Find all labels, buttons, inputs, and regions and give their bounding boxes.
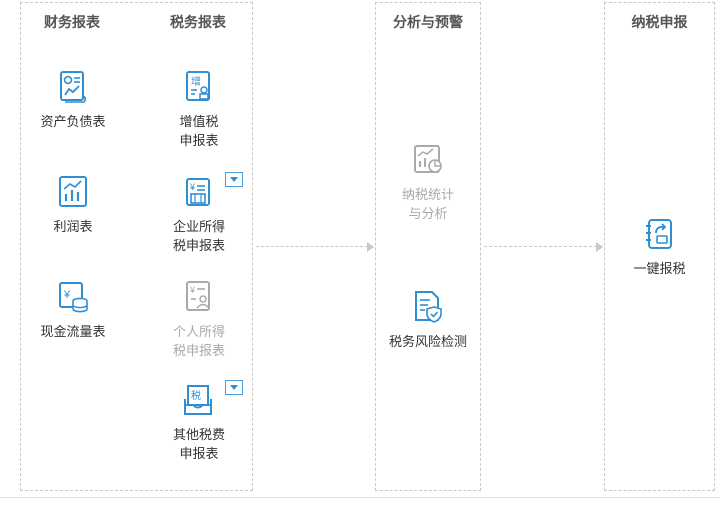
svg-text:¥: ¥ (63, 289, 71, 301)
balance-sheet-item[interactable]: 资产负债表 (30, 70, 116, 131)
vat-return-label: 增值税 申报表 (179, 114, 219, 148)
corporate-income-tax-item[interactable]: ¥ 企业所得 税申报表 (156, 175, 242, 255)
balance-sheet-label: 资产负债表 (40, 114, 106, 129)
personal-income-tax-label: 个人所得 税申报表 (172, 324, 225, 358)
other-taxes-item[interactable]: 税 其他税费 申报表 (156, 383, 242, 463)
corporate-tax-dropdown-toggle[interactable] (225, 172, 243, 187)
corporate-tax-icon: ¥ (186, 178, 210, 206)
tax-reports-title: 税务报表 (170, 14, 226, 30)
financial-reports-title: 财务报表 (44, 14, 100, 30)
tax-risk-check-item[interactable]: 税务风险检测 (375, 290, 481, 351)
svg-text:增: 增 (191, 75, 201, 88)
analysis-title: 分析与预警 (393, 14, 463, 30)
one-click-filing-label: 一键报税 (633, 261, 686, 276)
flow-arrow-analysis-to-filing (484, 242, 603, 252)
income-statement-item[interactable]: 利润表 (30, 175, 116, 236)
balance-sheet-icon (60, 71, 87, 103)
svg-text:税: 税 (191, 389, 201, 402)
vat-icon: 增 (186, 71, 210, 101)
income-statement-label: 利润表 (53, 219, 93, 234)
svg-text:¥: ¥ (189, 182, 196, 192)
tax-statistics-label: 纳税统计 与分析 (401, 187, 454, 221)
flow-arrow-reports-to-analysis (256, 242, 374, 252)
svg-text:¥: ¥ (189, 285, 196, 295)
cash-flow-icon: ¥ (59, 282, 88, 313)
personal-tax-icon: ¥ (186, 281, 210, 311)
tax-statistics-item: 纳税统计 与分析 (375, 143, 481, 223)
one-click-filing-icon (645, 219, 672, 249)
bottom-divider (0, 497, 720, 498)
cash-flow-label: 现金流量表 (40, 324, 106, 339)
corporate-income-tax-label: 企业所得 税申报表 (172, 219, 225, 253)
profit-chart-icon (59, 176, 87, 207)
other-tax-icon: 税 (184, 385, 212, 415)
tax-statistics-icon (414, 145, 442, 173)
other-taxes-label: 其他税费 申报表 (172, 427, 225, 461)
tax-risk-check-label: 税务风险检测 (388, 334, 467, 349)
personal-income-tax-item: ¥ 个人所得 税申报表 (156, 280, 242, 360)
analysis-panel (375, 2, 481, 491)
filing-title: 纳税申报 (631, 14, 688, 30)
one-click-filing-item[interactable]: 一键报税 (604, 217, 715, 278)
vat-return-item[interactable]: 增 增值税 申报表 (156, 70, 242, 150)
tax-workflow-page: 财务报表 税务报表 资产负债表 利润表 ¥ 现金流量表 增 增值税 申报表 ¥ … (0, 0, 720, 505)
risk-check-icon (415, 291, 442, 323)
cash-flow-item[interactable]: ¥ 现金流量表 (30, 280, 116, 341)
other-taxes-dropdown-toggle[interactable] (225, 380, 243, 395)
